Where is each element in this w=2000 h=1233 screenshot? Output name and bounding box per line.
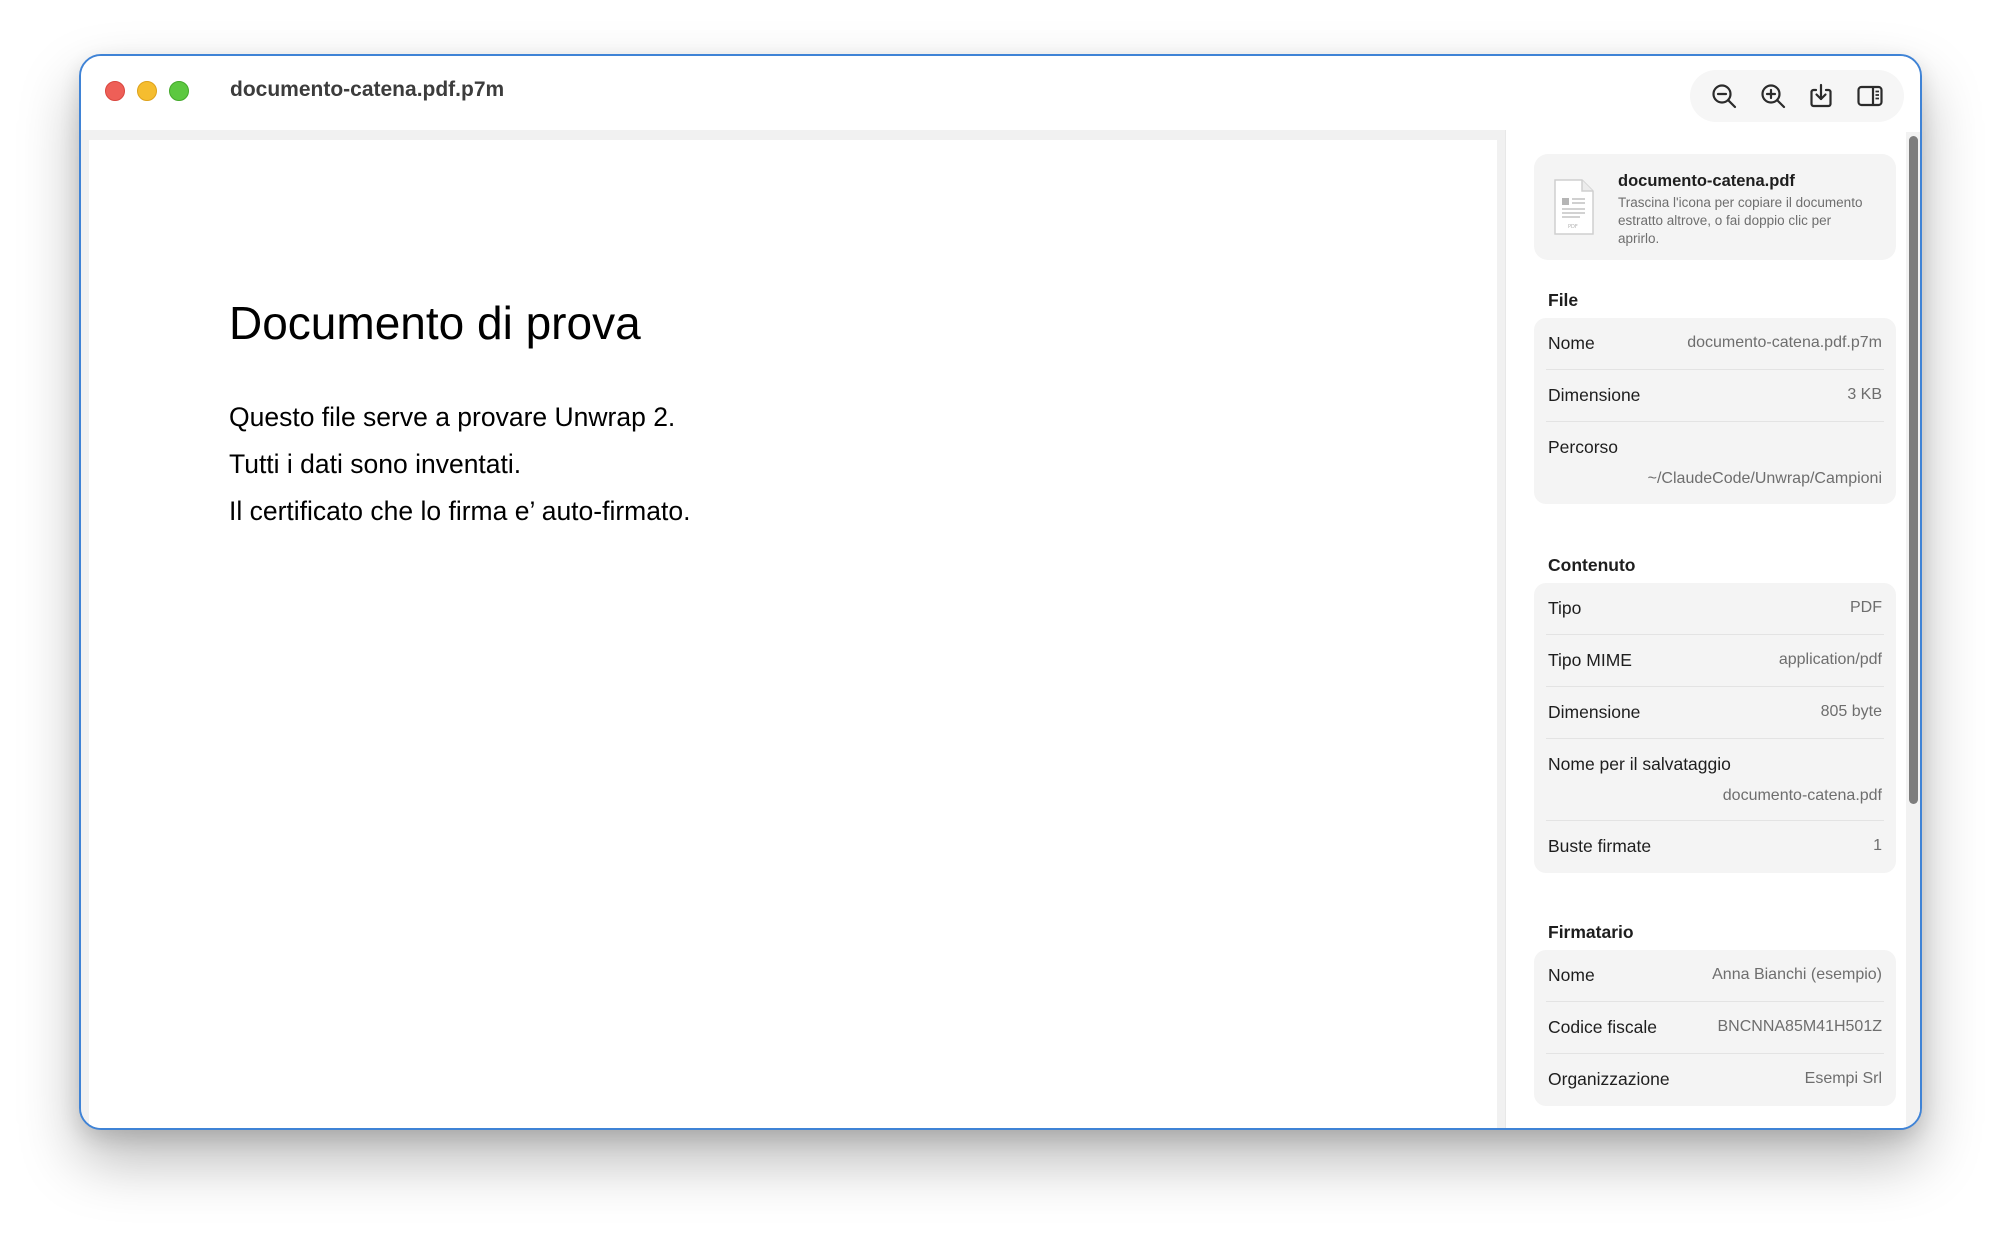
info-row: Dimensione 805 byte (1546, 687, 1884, 739)
info-label: Nome (1548, 965, 1595, 985)
save-icon (1810, 83, 1832, 108)
info-value: PDF (1850, 599, 1882, 616)
file-info-group: Nome documento-catena.pdf.p7m Dimensione… (1534, 318, 1896, 504)
info-value: ~/ClaudeCode/Unwrap/Campioni (1647, 470, 1882, 487)
inspector-sidebar: PDF documento-catena.pdf Trascina l'icon… (1505, 130, 1920, 1128)
document-line: Tutti i dati sono inventati. (229, 449, 522, 479)
signer-info-group: Nome Anna Bianchi (esempio) Codice fisca… (1534, 950, 1896, 1106)
info-row: Nome per il salvataggio documento-catena… (1546, 739, 1884, 821)
document-line: Il certificato che lo firma e’ auto-firm… (229, 496, 691, 526)
document-viewer[interactable]: Documento di prova Questo file serve a p… (81, 130, 1505, 1128)
info-value: 3 KB (1847, 386, 1882, 403)
info-row: Buste firmate 1 (1546, 821, 1884, 873)
save-button[interactable] (1801, 76, 1841, 116)
info-value: documento-catena.pdf (1722, 787, 1882, 804)
zoom-out-button[interactable] (1704, 76, 1744, 116)
scrollbar-thumb[interactable] (1909, 136, 1918, 804)
pdf-file-icon[interactable]: PDF (1552, 178, 1596, 236)
toolbar (1690, 70, 1904, 122)
info-row: Nome documento-catena.pdf.p7m (1546, 318, 1884, 370)
info-row: Codice fiscale BNCNNA85M41H501Z (1546, 1002, 1884, 1054)
sidebar-scrollbar[interactable] (1906, 132, 1920, 1128)
info-value: 1 (1873, 837, 1882, 854)
sidebar-toggle-button[interactable] (1850, 76, 1890, 116)
section-title-firmatario: Firmatario (1548, 922, 1634, 942)
info-label: Nome (1548, 333, 1595, 353)
title-bar[interactable]: documento-catena.pdf.p7m (81, 56, 1920, 130)
zoom-window-button[interactable] (169, 81, 189, 101)
info-value: 805 byte (1820, 703, 1882, 720)
zoom-out-icon (1712, 84, 1737, 109)
info-label: Codice fiscale (1548, 1017, 1657, 1037)
close-window-button[interactable] (105, 81, 125, 101)
info-label: Dimensione (1548, 385, 1641, 405)
section-title-contenuto: Contenuto (1548, 555, 1636, 575)
zoom-in-icon (1761, 84, 1785, 109)
info-label: Buste firmate (1548, 836, 1652, 856)
info-row: Organizzazione Esempi Srl (1546, 1054, 1884, 1106)
info-value: Esempi Srl (1804, 1070, 1882, 1087)
minimize-window-button[interactable] (137, 81, 157, 101)
info-value: documento-catena.pdf.p7m (1687, 334, 1882, 351)
info-row: Nome Anna Bianchi (esempio) (1546, 950, 1884, 1002)
info-row: Tipo PDF (1546, 583, 1884, 635)
sidebar-toggle-icon (1857, 85, 1883, 107)
info-label: Organizzazione (1548, 1069, 1670, 1089)
info-label: Nome per il salvataggio (1548, 754, 1731, 774)
info-value: BNCNNA85M41H501Z (1717, 1018, 1882, 1035)
info-value: application/pdf (1778, 651, 1882, 668)
info-label: Dimensione (1548, 702, 1641, 722)
window-title: documento-catena.pdf.p7m (230, 78, 505, 101)
section-title-file: File (1548, 290, 1579, 310)
info-label: Tipo (1548, 598, 1582, 618)
info-row: Tipo MIME application/pdf (1546, 635, 1884, 687)
zoom-in-button[interactable] (1753, 76, 1793, 116)
extracted-file-name: documento-catena.pdf (1618, 172, 1795, 190)
info-value: Anna Bianchi (esempio) (1712, 966, 1882, 983)
info-label: Percorso (1548, 437, 1619, 457)
pdf-icon-label: PDF (1568, 224, 1578, 230)
extracted-file-hint: Trascina l'icona per copiare il document… (1618, 195, 1863, 246)
document-page: Documento di prova Questo file serve a p… (89, 140, 1497, 1128)
info-row: Dimensione 3 KB (1546, 370, 1884, 422)
content-info-group: Tipo PDF Tipo MIME application/pdf Dimen… (1534, 583, 1896, 873)
extracted-file-card[interactable]: PDF documento-catena.pdf Trascina l'icon… (1534, 154, 1896, 260)
document-line: Questo file serve a provare Unwrap 2. (229, 402, 676, 432)
document-heading: Documento di prova (229, 297, 641, 349)
app-window: documento-catena.pdf.p7m Documento di pr… (79, 54, 1922, 1130)
info-label: Tipo MIME (1548, 650, 1632, 670)
info-row: Percorso ~/ClaudeCode/Unwrap/Campioni (1546, 422, 1884, 504)
